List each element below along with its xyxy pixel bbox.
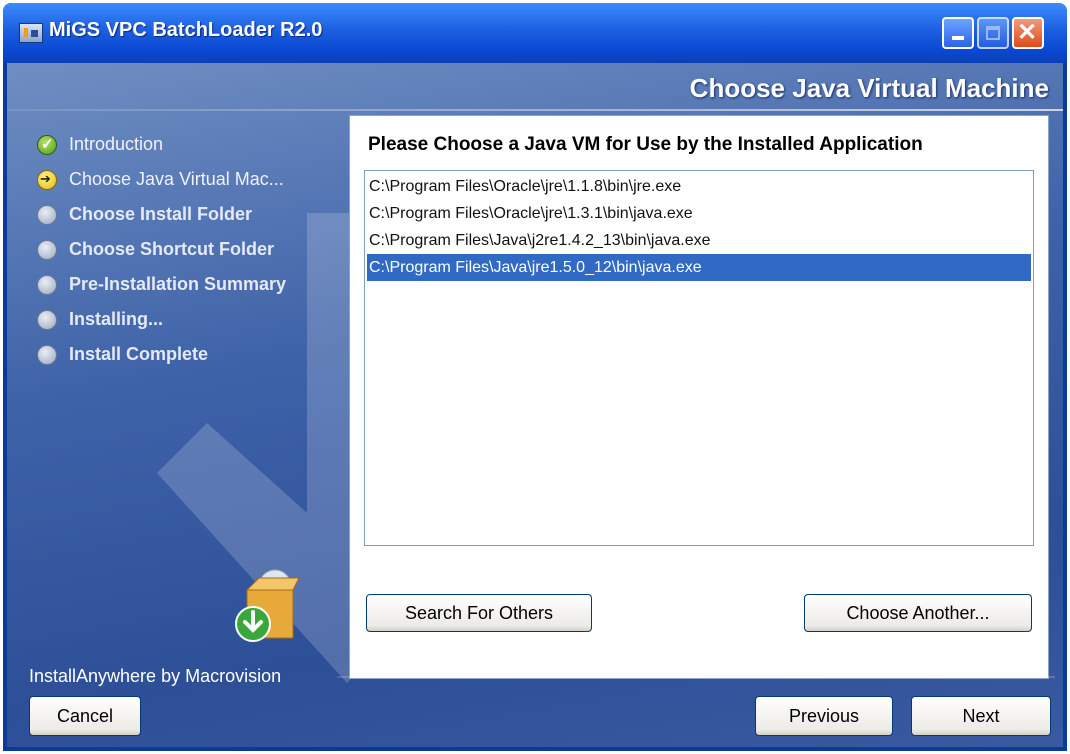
step-label: Pre-Installation Summary [69, 274, 287, 294]
step-label: Choose Install Folder [69, 204, 253, 224]
installer-window: MiGS VPC BatchLoader R2.0 ✕ Choose Java … [3, 3, 1067, 751]
panel-title: Please Choose a Java VM for Use by the I… [368, 134, 923, 155]
next-button[interactable]: Next [911, 696, 1051, 736]
bullet-icon [37, 240, 57, 260]
bullet-icon [37, 205, 57, 225]
search-for-others-button[interactable]: Search For Others [366, 594, 592, 632]
vm-list-item[interactable]: C:\Program Files\Oracle\jre\1.1.8\bin\jr… [367, 173, 1031, 200]
title-bar[interactable]: MiGS VPC BatchLoader R2.0 ✕ [3, 3, 1067, 63]
app-icon [19, 23, 43, 43]
step-label: Installing... [69, 309, 164, 329]
vm-list[interactable]: C:\Program Files\Oracle\jre\1.1.8\bin\jr… [364, 170, 1034, 546]
minimize-button[interactable] [942, 17, 974, 49]
install-box-icon [235, 569, 300, 642]
header-divider [7, 109, 1063, 111]
step-label: Install Complete [69, 344, 209, 364]
page-title: Choose Java Virtual Machine [689, 73, 1049, 103]
choose-another-button[interactable]: Choose Another... [804, 594, 1032, 632]
bullet-icon [37, 345, 57, 365]
installer-body: Choose Java Virtual Machine Introduction… [7, 63, 1063, 747]
previous-button[interactable]: Previous [755, 696, 893, 736]
check-icon [37, 135, 57, 155]
arrow-right-icon [37, 170, 57, 190]
step-label: Choose Shortcut Folder [69, 239, 275, 259]
maximize-button[interactable] [977, 17, 1009, 49]
bullet-icon [37, 310, 57, 330]
close-icon: ✕ [1017, 19, 1038, 46]
window-title: MiGS VPC BatchLoader R2.0 [49, 19, 323, 41]
bullet-icon [37, 275, 57, 295]
minimize-icon [952, 36, 964, 40]
vm-list-item[interactable]: C:\Program Files\Java\j2re1.4.2_13\bin\j… [367, 227, 1031, 254]
vm-selection-panel: Please Choose a Java VM for Use by the I… [349, 115, 1049, 679]
close-button[interactable]: ✕ [1012, 17, 1044, 49]
step-label: Choose Java Virtual Mac... [69, 169, 284, 189]
maximize-icon [986, 26, 1000, 40]
vm-list-item-selected[interactable]: C:\Program Files\Java\jre1.5.0_12\bin\ja… [367, 254, 1031, 281]
cancel-button[interactable]: Cancel [29, 696, 141, 736]
vm-list-item[interactable]: C:\Program Files\Oracle\jre\1.3.1\bin\ja… [367, 200, 1031, 227]
brand-label: InstallAnywhere by Macrovision [29, 666, 282, 686]
footer-divider [337, 676, 1055, 678]
step-label: Introduction [69, 134, 164, 154]
